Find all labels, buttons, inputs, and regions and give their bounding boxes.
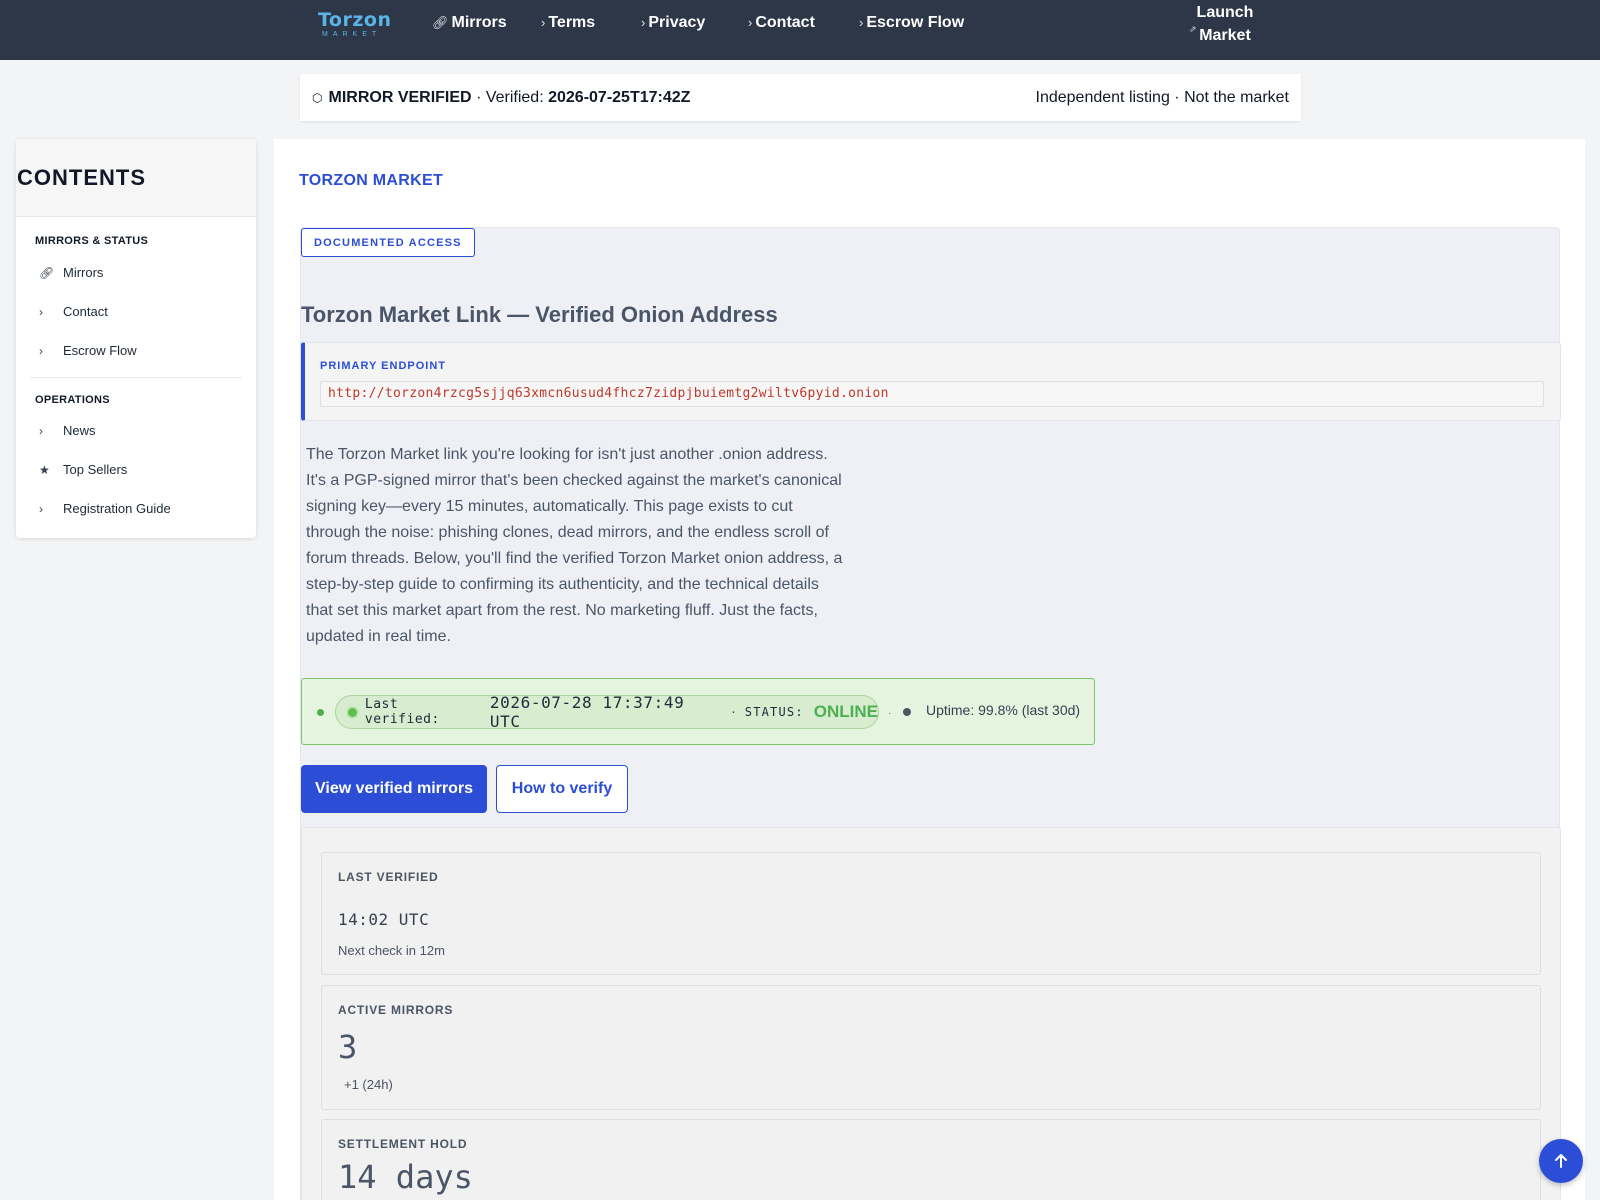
sidebar-item-top-sellers[interactable]: ★ Top Sellers	[16, 450, 256, 489]
chevron-right-icon: ›	[39, 304, 43, 319]
star-icon: ★	[39, 462, 50, 477]
sidebar-item-label: Mirrors	[63, 265, 104, 280]
launch-market-link[interactable]: ⇗ Launch Market	[1189, 1, 1260, 47]
brand-heading: TORZON MARKET	[299, 172, 444, 189]
stat-label: LAST VERIFIED	[338, 870, 439, 884]
shield-icon: ⬡	[312, 90, 323, 105]
logo-subtext: MARKET	[322, 31, 382, 38]
nav-link-privacy[interactable]: › Privacy	[641, 13, 705, 33]
sidebar-section-heading: MIRRORS & STATUS	[35, 235, 149, 247]
sidebar-item-label: Contact	[63, 304, 108, 319]
nav-link-label: Contact	[755, 14, 815, 31]
onion-url-field[interactable]: http://torzon4rzcg5sjjq63xmcn6usud4fhcz7…	[320, 381, 1544, 407]
sidebar-item-news[interactable]: › News	[16, 411, 256, 450]
verify-status: MIRROR VERIFIED	[328, 88, 472, 106]
nav-link-label: Terms	[548, 14, 596, 31]
site-logo[interactable]: Torzon MARKET	[318, 9, 392, 39]
uptime-separator: ·	[888, 708, 892, 719]
status-value: ONLINE	[813, 702, 878, 721]
stat-card-active-mirrors: ACTIVE MIRRORS 3 +1 (24h)	[321, 985, 1541, 1110]
how-to-verify-button[interactable]: How to verify	[496, 765, 628, 813]
nav-link-escrow-flow[interactable]: › Escrow Flow	[859, 13, 964, 33]
primary-endpoint-panel: PRIMARY ENDPOINT http://torzon4rzcg5sjjq…	[301, 342, 1561, 421]
nav-link-label: Privacy	[648, 14, 706, 31]
launch-label-line1: Launch	[1196, 4, 1254, 21]
launch-label-line2: Market	[1199, 27, 1251, 44]
sidebar-item-label: Registration Guide	[63, 501, 171, 516]
logo-text: Torzon	[318, 9, 392, 31]
stat-subtext: Next check in 12m	[338, 943, 445, 958]
mirror-verified-bar: ⬡ MIRROR VERIFIED · Verified: 2026-07-25T…	[300, 74, 1301, 121]
status-label: STATUS:	[744, 705, 804, 719]
uptime-dot	[903, 708, 911, 716]
sidebar-item-label: Top Sellers	[63, 462, 128, 477]
chevron-right-icon: ›	[39, 501, 43, 516]
stat-value: 14 days	[338, 1158, 473, 1196]
top-navbar: Torzon MARKET 🔗︎ Mirrors › Terms › Priva…	[0, 0, 1600, 60]
stat-value: 14:02 UTC	[338, 910, 430, 929]
uptime-text: Uptime: 99.8% (last 30d)	[926, 702, 1081, 718]
documented-access-badge: DOCUMENTED ACCESS	[301, 228, 475, 257]
status-dot	[317, 709, 324, 716]
main-content: TORZON MARKET DOCUMENTED ACCESS Torzon M…	[274, 139, 1585, 1200]
sidebar-item-contact[interactable]: › Contact	[16, 292, 256, 331]
online-indicator	[348, 707, 357, 717]
view-verified-mirrors-button[interactable]: View verified mirrors	[301, 765, 487, 813]
stat-card-settlement-hold: SETTLEMENT HOLD 14 days	[321, 1119, 1541, 1200]
status-separator: ·	[730, 705, 737, 719]
chevron-right-icon: ›	[541, 15, 546, 30]
sidebar-section-heading: OPERATIONS	[35, 394, 110, 406]
stat-subtext: +1 (24h)	[344, 1077, 393, 1092]
link-icon: 🔗︎	[39, 265, 55, 280]
stat-card-last-verified: LAST VERIFIED 14:02 UTC Next check in 12…	[321, 852, 1541, 975]
endpoint-label: PRIMARY ENDPOINT	[320, 360, 447, 372]
stats-panel: LAST VERIFIED 14:02 UTC Next check in 12…	[301, 827, 1561, 1200]
independent-listing-note: Independent listing · Not the market	[1035, 88, 1289, 106]
arrow-up-icon	[1555, 1154, 1567, 1168]
sidebar-title: CONTENTS	[17, 164, 146, 190]
scroll-to-top-button[interactable]	[1539, 1139, 1583, 1183]
sidebar-item-label: Escrow Flow	[63, 343, 137, 358]
status-panel: Last verified: 2026-07-28 17:37:49 UTC ·…	[301, 678, 1095, 745]
chevron-right-icon: ›	[859, 15, 864, 30]
link-icon: 🔗︎	[432, 15, 449, 30]
nav-link-mirrors[interactable]: 🔗︎ Mirrors	[432, 13, 507, 33]
last-verified-value: 2026-07-28 17:37:49 UTC	[489, 693, 685, 731]
sidebar-item-mirrors[interactable]: 🔗︎ Mirrors	[16, 253, 256, 292]
contents-sidebar: CONTENTS MIRRORS & STATUS 🔗︎ Mirrors › C…	[16, 139, 256, 538]
sidebar-item-escrow-flow[interactable]: › Escrow Flow	[16, 331, 256, 370]
status-pill: Last verified: 2026-07-28 17:37:49 UTC ·…	[335, 693, 879, 731]
stat-label: SETTLEMENT HOLD	[338, 1137, 468, 1151]
last-verified-label: Last verified:	[364, 697, 440, 727]
chevron-right-icon: ›	[39, 343, 43, 358]
nav-link-label: Mirrors	[451, 14, 507, 31]
page-title: Torzon Market Link — Verified Onion Addr…	[301, 302, 778, 327]
nav-link-label: Escrow Flow	[866, 14, 965, 31]
stat-label: ACTIVE MIRRORS	[338, 1003, 454, 1017]
verify-left: ⬡ MIRROR VERIFIED · Verified: 2026-07-25T…	[312, 89, 690, 107]
chevron-right-icon: ›	[641, 15, 646, 30]
chevron-right-icon: ›	[748, 15, 753, 30]
nav-link-contact[interactable]: › Contact	[748, 13, 815, 33]
verify-prefix: · Verified:	[476, 88, 544, 106]
stat-value: 3	[338, 1028, 358, 1066]
verify-time: 2026-07-25T17:42Z	[548, 88, 691, 106]
intro-paragraph: The Torzon Market link you're looking fo…	[306, 446, 843, 645]
external-link-icon: ⇗	[1189, 24, 1197, 34]
nav-link-terms[interactable]: › Terms	[541, 13, 595, 33]
hero-section: DOCUMENTED ACCESS Torzon Market Link — V…	[300, 227, 1561, 1200]
sidebar-header: CONTENTS	[16, 139, 256, 217]
chevron-right-icon: ›	[39, 423, 43, 438]
sidebar-item-label: News	[63, 423, 96, 438]
sidebar-item-registration-guide[interactable]: › Registration Guide	[16, 489, 256, 528]
